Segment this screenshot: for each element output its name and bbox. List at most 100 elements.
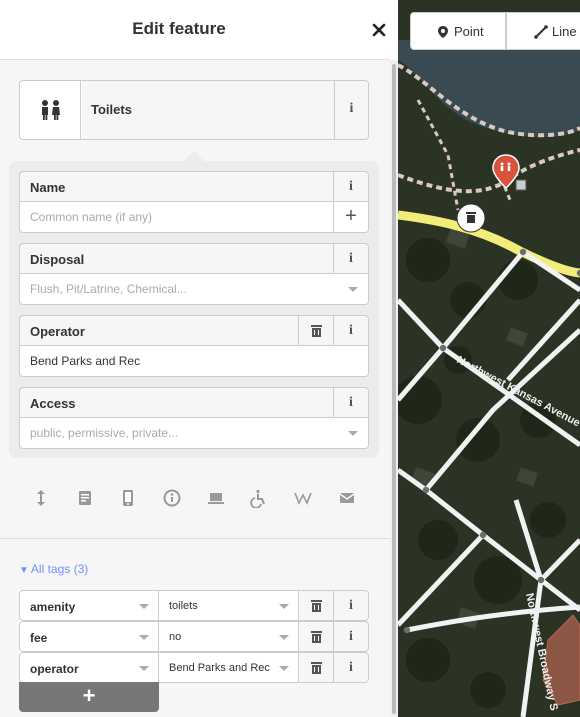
operator-input[interactable]: Bend Parks and Rec [19,345,369,377]
preset-label: Toilets [82,81,335,139]
preset-button[interactable]: Toilets i [19,80,369,140]
trash-icon [311,600,322,612]
phone-icon[interactable] [118,488,138,508]
info-icon: i [349,395,353,410]
trash-icon [311,631,322,643]
laptop-icon[interactable] [206,488,226,508]
toilets-icon [20,81,81,139]
info-icon: i [349,323,353,338]
tag-value-input[interactable]: no [158,621,299,652]
tag-value-input[interactable]: Bend Parks and Rec [158,652,299,683]
close-icon[interactable] [369,20,389,40]
vertex-marker [515,179,527,191]
map-canvas[interactable]: Northwest Kansas Avenue Northwest Broadw… [398,0,580,717]
more-fields-toolbar [0,480,390,516]
wheelchair-icon[interactable] [249,488,269,509]
chevron-down-icon[interactable] [279,666,289,671]
tag-key: fee [30,631,48,645]
sidebar-scrollbar[interactable] [390,60,398,717]
tag-value: toilets [169,600,198,612]
header-title: Edit feature [132,19,226,38]
chevron-down-icon[interactable] [279,604,289,609]
pin-icon [438,26,448,38]
field-operator-label-row: Operator i [19,315,369,346]
tag-info-button[interactable]: i [333,590,369,621]
chevron-down-icon[interactable] [139,604,149,609]
all-tags-toggle[interactable]: ▼ All tags (3) [19,562,88,576]
field-label: Access [30,396,76,411]
add-point-button[interactable]: Point [410,12,506,50]
scrollbar-thumb[interactable] [392,64,396,714]
tag-row: operator Bend Parks and Rec i [19,652,369,683]
field-access-label-row: Access i [19,387,369,418]
field-label: Name [30,180,66,195]
tag-key-input[interactable]: fee [19,621,159,652]
info-icon: i [349,179,353,194]
field-disposal: Disposal i Flush, Pit/Latrine, Chemical.… [19,243,369,305]
name-placeholder: Common name (if any) [30,210,153,224]
preset-info-button[interactable]: i [334,81,368,139]
disclosure-triangle-icon: ▼ [19,565,29,576]
tag-delete-button[interactable] [298,590,334,621]
add-point-label: Point [454,24,484,39]
chevron-down-icon[interactable] [279,635,289,640]
section-divider [0,538,390,539]
tag-key: operator [30,662,79,676]
field-remove-button[interactable] [298,316,333,345]
levels-icon[interactable] [31,488,51,508]
access-placeholder: public, permissive, private... [30,426,179,440]
wikipedia-icon[interactable] [293,488,313,508]
add-line-button[interactable]: Line [506,12,580,50]
tag-value: no [169,631,182,643]
chevron-down-icon[interactable] [139,635,149,640]
info-icon: i [349,251,353,266]
add-line-label: Line [552,24,577,39]
street-label-kansas: Northwest Kansas Avenue [455,354,580,429]
tag-value-input[interactable]: toilets [158,590,299,621]
operator-value: Bend Parks and Rec [30,354,141,368]
add-localized-name-button[interactable]: + [333,202,368,232]
map-imagery: Northwest Kansas Avenue Northwest Broadw… [398,40,580,717]
disposal-combo[interactable]: Flush, Pit/Latrine, Chemical... [19,273,369,305]
trash-icon [311,662,322,674]
field-access: Access i public, permissive, private... [19,387,369,449]
tag-key-input[interactable]: operator [19,652,159,683]
info-icon: i [349,629,353,644]
chevron-down-icon[interactable] [139,666,149,671]
description-icon[interactable] [75,488,95,508]
field-name-label-row: Name i [19,171,369,202]
info-icon: i [349,101,354,116]
line-icon [534,25,548,39]
all-tags-label: All tags (3) [30,562,89,576]
field-label: Operator [30,324,85,339]
disposal-placeholder: Flush, Pit/Latrine, Chemical... [30,282,187,296]
tag-row: amenity toilets i [19,590,369,621]
email-icon[interactable] [337,488,357,508]
add-tag-button[interactable]: + [19,682,159,712]
field-info-button[interactable]: i [333,244,368,273]
field-info-button[interactable]: i [333,172,368,201]
toilets-marker-icon [492,154,520,190]
tag-delete-button[interactable] [298,652,334,683]
field-info-button[interactable]: i [333,388,368,417]
field-operator: Operator i Bend Parks and Rec [19,315,369,377]
tag-key-input[interactable]: amenity [19,590,159,621]
info-icon: i [349,598,353,613]
access-combo[interactable]: public, permissive, private... [19,417,369,449]
field-label: Disposal [30,252,85,267]
opening-hours-icon[interactable] [162,488,182,508]
tag-info-button[interactable]: i [333,652,369,683]
tag-key: amenity [30,600,76,614]
tag-delete-button[interactable] [298,621,334,652]
water-area [398,40,580,137]
inspector-header: Edit feature [0,0,390,60]
tag-row: fee no i [19,621,369,652]
chevron-down-icon[interactable] [348,431,358,436]
tag-info-button[interactable]: i [333,621,369,652]
field-disposal-label-row: Disposal i [19,243,369,274]
field-info-button[interactable]: i [333,316,368,345]
tag-value: Bend Parks and Rec [169,662,270,674]
name-input[interactable]: Common name (if any) + [19,201,369,233]
trash-icon [311,325,322,337]
chevron-down-icon[interactable] [348,287,358,292]
